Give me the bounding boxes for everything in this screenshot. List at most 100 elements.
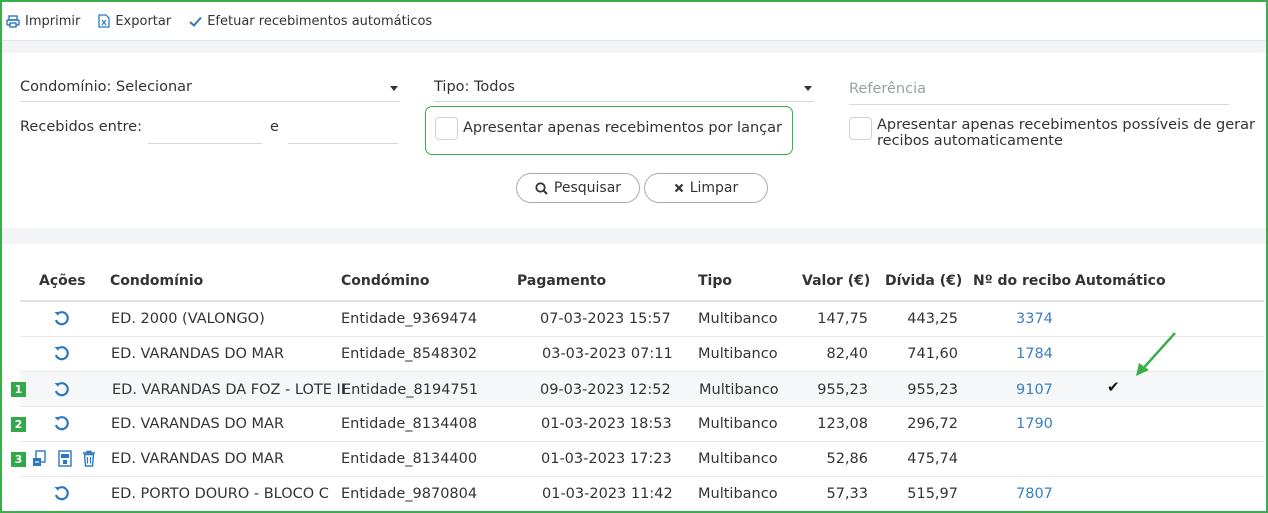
toolbar: Imprimir Exportar Efetuar recebimentos a… xyxy=(2,2,1266,41)
cell-tipo: Multibanco xyxy=(698,451,778,467)
section-divider xyxy=(2,41,1266,53)
close-icon xyxy=(674,183,683,193)
col-header-automatico[interactable]: Automático xyxy=(1075,273,1166,289)
table-row[interactable]: ED. VARANDAS DO MAR Entidade_8548302 03-… xyxy=(20,337,1264,372)
referencia-input[interactable] xyxy=(849,73,1229,105)
filter-panel: Condomínio: Selecionar Tipo: Todos Receb… xyxy=(2,53,1266,228)
col-header-recibo[interactable]: Nº do recibo xyxy=(973,273,1071,289)
cell-divida: 475,74 xyxy=(907,451,958,467)
clear-button-label: Limpar xyxy=(689,180,739,196)
cell-pagamento: 01-03-2023 17:23 xyxy=(541,451,672,467)
row-number-badge: 1 xyxy=(11,382,26,397)
cell-tipo: Multibanco xyxy=(698,346,778,362)
cell-tipo: Multibanco xyxy=(698,486,778,502)
cell-valor: 123,08 xyxy=(817,416,868,432)
cell-divida: 955,23 xyxy=(907,382,958,398)
cell-tipo: Multibanco xyxy=(698,416,778,432)
cell-recibo-link[interactable]: 9107 xyxy=(1016,382,1053,398)
col-header-tipo[interactable]: Tipo xyxy=(698,273,732,289)
cell-condominio: ED. VARANDAS DO MAR xyxy=(111,451,285,467)
cell-condominio: ED. 2000 (VALONGO) xyxy=(111,311,265,327)
table-row[interactable]: ED. 2000 (VALONGO) Entidade_9369474 07-0… xyxy=(20,302,1264,337)
condominio-select[interactable]: Condomínio: Selecionar xyxy=(20,72,400,102)
cell-condominio: ED. VARANDAS DO MAR xyxy=(111,416,285,432)
cell-recibo-link[interactable]: 1790 xyxy=(1016,416,1053,432)
cell-pagamento: 01-03-2023 11:42 xyxy=(542,486,673,502)
cell-condomino: Entidade_8134400 xyxy=(341,451,478,467)
print-button[interactable]: Imprimir xyxy=(6,14,80,29)
search-button[interactable]: Pesquisar xyxy=(516,173,640,203)
auto-receipts-button[interactable]: Efetuar recebimentos automáticos xyxy=(189,14,432,29)
check-icon xyxy=(189,16,202,27)
cell-condomino: Entidade_9870804 xyxy=(341,486,478,502)
clear-button[interactable]: Limpar xyxy=(644,173,768,203)
tipo-select[interactable]: Tipo: Todos xyxy=(434,72,814,102)
search-button-label: Pesquisar xyxy=(553,180,622,196)
cell-recibo-link[interactable]: 7807 xyxy=(1016,486,1053,502)
revert-icon[interactable] xyxy=(53,310,70,331)
generate-receipt-icon[interactable] xyxy=(32,450,47,471)
cell-condominio: ED. VARANDAS DO MAR xyxy=(111,346,285,362)
receipts-table: Ações Condomínio Condómino Pagamento Tip… xyxy=(2,244,1266,511)
chevron-down-icon xyxy=(804,86,812,91)
cell-condomino: Entidade_8194751 xyxy=(342,382,479,398)
table-row[interactable]: ED. PORTO DOURO - BLOCO C Entidade_98708… xyxy=(20,477,1264,512)
only-unposted-checkbox[interactable] xyxy=(435,117,458,140)
cell-pagamento: 09-03-2023 12:52 xyxy=(540,382,671,398)
trash-icon[interactable] xyxy=(82,450,96,471)
and-label: e xyxy=(270,119,279,135)
auto-receipts-label: Efetuar recebimentos automáticos xyxy=(207,13,433,29)
table-row[interactable]: 3 ED. VARANDAS DO MAR Entidade_8134400 0… xyxy=(11,442,1264,477)
revert-icon[interactable] xyxy=(53,345,70,366)
cell-condomino: Entidade_8548302 xyxy=(341,346,478,362)
annotation-arrow-icon xyxy=(1136,332,1176,376)
col-header-acoes: Ações xyxy=(39,273,86,289)
received-between-label: Recebidos entre: xyxy=(20,119,142,135)
cell-condomino: Entidade_9369474 xyxy=(341,311,478,327)
table-row[interactable]: 2 ED. VARANDAS DO MAR Entidade_8134408 0… xyxy=(11,407,1264,442)
only-unposted-label: Apresentar apenas recebimentos por lança… xyxy=(463,120,782,136)
cell-pagamento: 01-03-2023 18:53 xyxy=(541,416,672,432)
chevron-down-icon xyxy=(390,86,398,91)
cell-recibo-link[interactable]: 3374 xyxy=(1016,311,1053,327)
row-number-badge: 3 xyxy=(11,452,26,467)
cell-pagamento: 07-03-2023 15:57 xyxy=(540,311,671,327)
cell-valor: 955,23 xyxy=(817,382,868,398)
cell-recibo-link[interactable]: 1784 xyxy=(1016,346,1053,362)
table-row[interactable]: 1 ED. VARANDAS DA FOZ - LOTE II Entidade… xyxy=(11,372,1264,407)
print-label: Imprimir xyxy=(25,13,81,29)
revert-icon[interactable] xyxy=(53,485,70,506)
export-button[interactable]: Exportar xyxy=(98,14,171,29)
cell-condominio: ED. VARANDAS DA FOZ - LOTE II xyxy=(112,382,346,398)
cell-tipo: Multibanco xyxy=(698,311,778,327)
tipo-select-value: Tipo: Todos xyxy=(434,78,515,95)
col-header-divida[interactable]: Dívida (€) xyxy=(885,273,962,289)
printer-icon xyxy=(6,14,20,28)
section-divider xyxy=(2,228,1266,244)
revert-icon[interactable] xyxy=(53,415,70,436)
cell-condomino: Entidade_8134408 xyxy=(341,416,478,432)
automatic-check-icon: ✔ xyxy=(1107,378,1120,396)
cell-divida: 443,25 xyxy=(907,311,958,327)
col-header-valor[interactable]: Valor (€) xyxy=(802,273,870,289)
cell-valor: 82,40 xyxy=(826,346,868,362)
table-header: Ações Condomínio Condómino Pagamento Tip… xyxy=(20,265,1264,302)
excel-file-icon xyxy=(98,14,110,28)
revert-icon[interactable] xyxy=(53,381,70,402)
only-auto-receipts-label: Apresentar apenas recebimentos possíveis… xyxy=(877,117,1255,149)
cell-divida: 741,60 xyxy=(907,346,958,362)
col-header-condomino[interactable]: Condómino xyxy=(341,273,429,289)
row-number-badge: 2 xyxy=(11,417,26,432)
col-header-pagamento[interactable]: Pagamento xyxy=(517,273,606,289)
date-to-input[interactable] xyxy=(288,114,398,144)
cell-valor: 52,86 xyxy=(826,451,868,467)
cell-valor: 57,33 xyxy=(826,486,868,502)
cell-divida: 296,72 xyxy=(907,416,958,432)
cell-valor: 147,75 xyxy=(817,311,868,327)
col-header-condominio[interactable]: Condomínio xyxy=(110,273,203,289)
cell-tipo: Multibanco xyxy=(699,382,779,398)
cell-condominio: ED. PORTO DOURO - BLOCO C xyxy=(111,486,329,502)
only-auto-receipts-checkbox[interactable] xyxy=(849,117,872,140)
post-receipt-icon[interactable] xyxy=(58,450,73,471)
date-from-input[interactable] xyxy=(148,114,262,144)
